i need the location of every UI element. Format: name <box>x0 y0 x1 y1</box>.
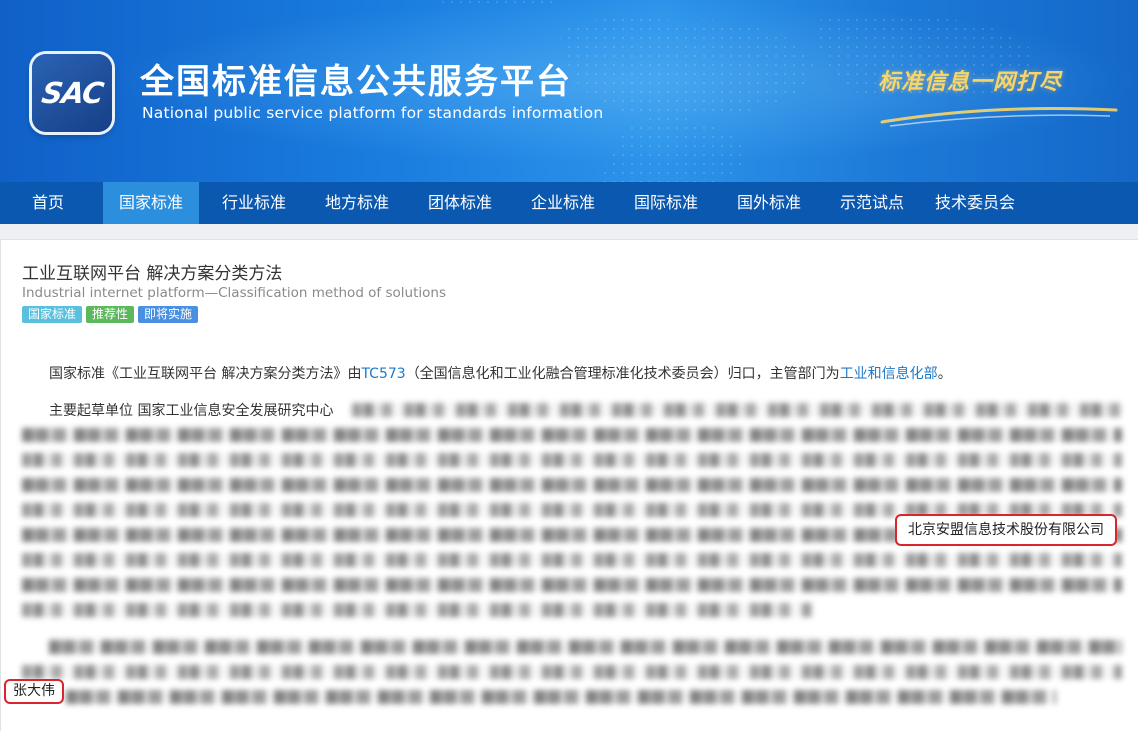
site-title: 全国标准信息公共服务平台 <box>140 62 572 102</box>
logo-text: SAC <box>39 76 105 110</box>
description-middle: （全国信息化和工业化融合管理标准化技术委员会）归口，主管部门为 <box>405 366 840 382</box>
drafting-units-label: 主要起草单位 国家工业信息安全发展研究中心 <box>49 403 334 419</box>
highlighted-drafting-unit: 北京安盟信息技术股份有限公司 <box>895 514 1117 546</box>
blurred-text <box>22 478 1122 492</box>
standard-title: 工业互联网平台 解决方案分类方法 <box>22 264 283 284</box>
blurred-text <box>22 553 1122 567</box>
slogan-swoosh <box>880 107 1118 127</box>
nav-item-pilot-demos[interactable]: 示范试点 <box>824 182 920 224</box>
blurred-text <box>22 603 812 617</box>
nav-item-group-standards[interactable]: 团体标准 <box>412 182 508 224</box>
blurred-text <box>22 428 1122 442</box>
description-suffix: 。 <box>937 366 952 382</box>
slogan: 标准信息一网打尽 <box>878 69 1063 95</box>
nav-item-national-standards[interactable]: 国家标准 <box>103 182 199 224</box>
blurred-text <box>22 578 1122 592</box>
nav-item-technical-committees[interactable]: 技术委员会 <box>925 182 1025 224</box>
description-paragraph: 国家标准《工业互联网平台 解决方案分类方法》由TC573（全国信息化和工业化融合… <box>49 363 952 383</box>
blurred-text <box>22 665 1122 679</box>
nav-item-local-standards[interactable]: 地方标准 <box>309 182 405 224</box>
badge-upcoming: 即将实施 <box>138 306 199 323</box>
blurred-text <box>352 403 1122 417</box>
main-nav: 首页 国家标准 行业标准 地方标准 团体标准 企业标准 国际标准 国外标准 示范… <box>0 182 1138 224</box>
nav-item-home[interactable]: 首页 <box>14 182 82 224</box>
standard-title-en: Industrial internet platform—Classificat… <box>22 285 446 301</box>
tc-link[interactable]: TC573 <box>361 366 405 382</box>
nav-item-international-standards[interactable]: 国际标准 <box>618 182 714 224</box>
blurred-text <box>22 453 1122 467</box>
badge-national-standard: 国家标准 <box>22 306 83 323</box>
site-banner: SAC 全国标准信息公共服务平台 National public service… <box>0 0 1138 182</box>
sac-logo[interactable]: SAC <box>32 54 112 132</box>
site-subtitle: National public service platform for sta… <box>142 104 604 122</box>
nav-item-industry-standards[interactable]: 行业标准 <box>206 182 302 224</box>
nav-item-foreign-standards[interactable]: 国外标准 <box>721 182 817 224</box>
department-link[interactable]: 工业和信息化部 <box>840 366 938 382</box>
blurred-text <box>66 690 1056 704</box>
nav-item-enterprise-standards[interactable]: 企业标准 <box>515 182 611 224</box>
blurred-text <box>49 640 1122 654</box>
badge-recommended: 推荐性 <box>86 306 135 323</box>
description-prefix: 国家标准《工业互联网平台 解决方案分类方法》由 <box>49 366 362 382</box>
highlighted-drafter-name: 张大伟 <box>4 679 64 704</box>
standard-detail-card: 工业互联网平台 解决方案分类方法 Industrial internet pla… <box>0 239 1138 731</box>
badge-group: 国家标准 推荐性 即将实施 <box>22 306 199 323</box>
